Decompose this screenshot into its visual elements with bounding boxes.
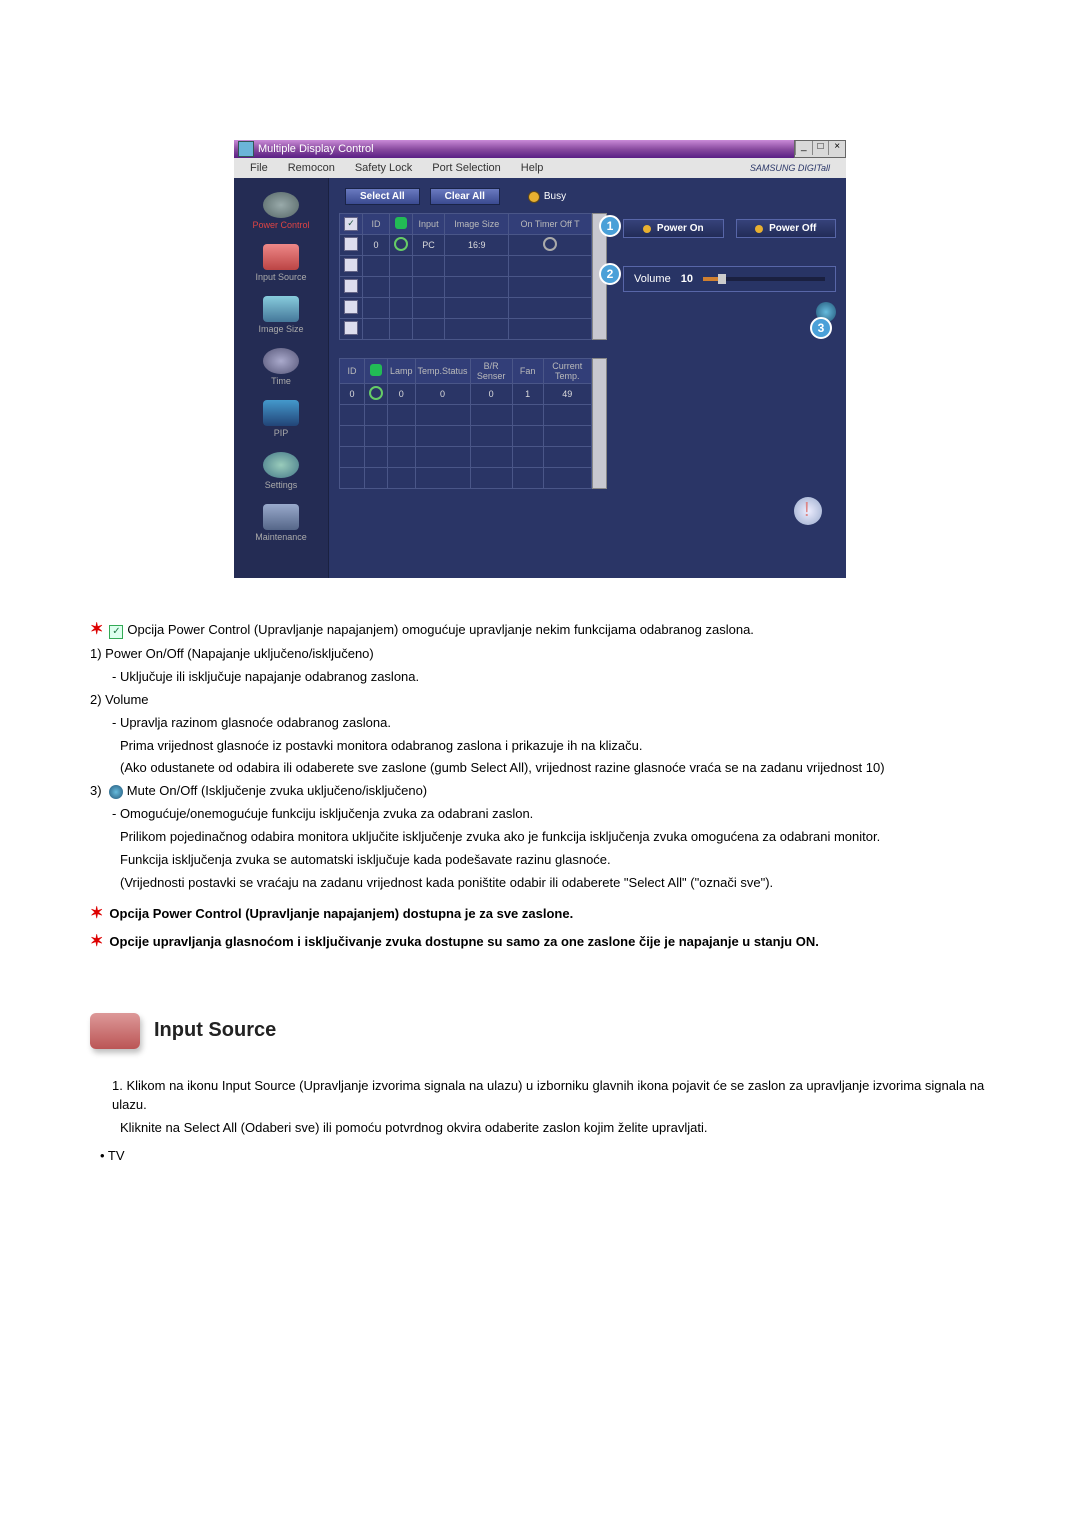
maximize-icon[interactable]: □ — [812, 141, 829, 155]
sidebar-item-time[interactable]: Time — [243, 348, 319, 386]
power-on-button[interactable]: Power On — [623, 219, 724, 238]
sidebar-item-input-source[interactable]: Input Source — [243, 244, 319, 282]
display-table: ID Input Image Size On Timer Off T 0 — [339, 213, 592, 340]
app-window: Multiple Display Control _ □ × File Remo… — [234, 140, 846, 578]
sidebar-item-settings[interactable]: Settings — [243, 452, 319, 490]
document-body: ✶Opcija Power Control (Upravljanje napaj… — [90, 618, 990, 1166]
time-icon — [263, 348, 299, 374]
row-checkbox[interactable] — [344, 237, 358, 251]
sidebar: Power Control Input Source Image Size Ti… — [234, 178, 329, 578]
title-bar: Multiple Display Control _ □ × — [234, 140, 846, 158]
table-row[interactable]: 0 PC 16:9 — [340, 235, 592, 256]
minimize-icon[interactable]: _ — [795, 141, 812, 155]
settings-icon — [263, 452, 299, 478]
header-checkbox[interactable] — [344, 217, 358, 231]
window-title: Multiple Display Control — [258, 143, 374, 155]
check-icon — [109, 625, 123, 639]
dot-icon — [643, 225, 651, 233]
mute-icon — [109, 785, 123, 799]
star-icon: ✶ — [90, 621, 103, 638]
power-col-icon — [395, 217, 407, 229]
status-ring-icon — [369, 386, 383, 400]
power-col-icon — [370, 364, 382, 376]
status-table: ID Lamp Temp.Status B/R Senser Fan Curre… — [339, 358, 592, 489]
callout-badge-1: 1 — [599, 215, 621, 237]
star-icon: ✶ — [90, 933, 103, 950]
scrollbar[interactable] — [592, 358, 607, 489]
close-icon[interactable]: × — [828, 141, 845, 155]
timer-ring-icon — [543, 237, 557, 251]
main-area: Select All Clear All Busy ID — [329, 178, 846, 578]
input-icon — [263, 244, 299, 270]
volume-value: 10 — [681, 273, 693, 285]
callout-badge-2: 2 — [599, 263, 621, 285]
menu-bar: File Remocon Safety Lock Port Selection … — [234, 158, 846, 178]
menu-remocon[interactable]: Remocon — [278, 162, 345, 174]
volume-label: Volume — [634, 273, 671, 285]
sidebar-item-image-size[interactable]: Image Size — [243, 296, 319, 334]
sidebar-item-power-control[interactable]: Power Control — [243, 192, 319, 230]
section-heading: Input Source — [90, 1013, 990, 1049]
volume-slider[interactable] — [703, 277, 825, 281]
footer-area — [339, 489, 836, 538]
app-icon — [238, 141, 254, 157]
alert-icon — [794, 497, 822, 525]
menu-help[interactable]: Help — [511, 162, 554, 174]
menu-file[interactable]: File — [240, 162, 278, 174]
clear-all-button[interactable]: Clear All — [430, 188, 500, 205]
sidebar-item-maintenance[interactable]: Maintenance — [243, 504, 319, 542]
sidebar-item-pip[interactable]: PIP — [243, 400, 319, 438]
callout-badge-3: 3 — [810, 317, 832, 339]
right-panel: Power On Power Off Volume 10 — [615, 213, 836, 489]
star-icon: ✶ — [90, 905, 103, 922]
power-icon — [263, 192, 299, 218]
slider-thumb[interactable] — [718, 274, 726, 284]
window-controls[interactable]: _ □ × — [794, 140, 846, 158]
select-all-button[interactable]: Select All — [345, 188, 420, 205]
maintenance-icon — [263, 504, 299, 530]
image-size-icon — [263, 296, 299, 322]
status-ring-icon — [394, 237, 408, 251]
menu-safety-lock[interactable]: Safety Lock — [345, 162, 422, 174]
table-row[interactable]: 0 0 0 0 1 49 — [340, 384, 592, 405]
brand-label: SAMSUNG DIGITall — [740, 163, 840, 173]
menu-port-selection[interactable]: Port Selection — [422, 162, 510, 174]
pip-icon — [263, 400, 299, 426]
input-source-icon — [90, 1013, 140, 1049]
busy-icon — [528, 191, 540, 203]
volume-panel: Volume 10 — [623, 266, 836, 292]
power-off-button[interactable]: Power Off — [736, 219, 837, 238]
dot-icon — [755, 225, 763, 233]
busy-indicator: Busy — [528, 191, 566, 203]
